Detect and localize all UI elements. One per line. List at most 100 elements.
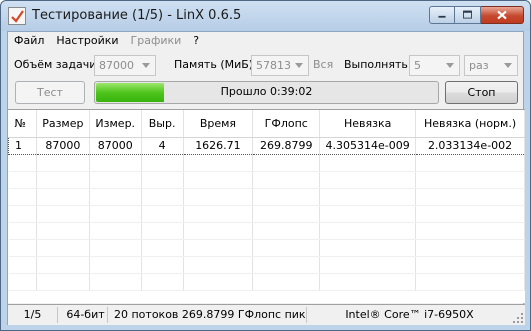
table-cell [89,154,142,172]
column-header[interactable]: Невязка (норм.) [415,110,525,138]
minimize-button[interactable] [429,6,455,24]
table-cell [89,205,142,223]
table-cell: 4 [141,136,184,155]
problem-size-combo[interactable]: 87000 [94,55,156,76]
table-cell [415,205,525,223]
run-unit-combo[interactable]: раз [464,55,518,76]
column-header[interactable]: Размер [36,110,90,138]
table-cell [8,154,37,172]
table-cell [8,205,37,223]
column-header[interactable]: № [8,110,37,138]
run-unit-value: раз [469,59,489,72]
menu-file[interactable]: Файл [8,32,50,48]
table-row [8,188,525,206]
table-cell [141,171,184,189]
problem-size-value: 87000 [99,59,134,72]
chevron-down-icon [139,58,153,73]
table-cell [252,256,321,274]
memory-combo[interactable]: 57813 [251,55,309,76]
menu-settings[interactable]: Настройки [50,32,124,48]
table-cell [319,256,417,274]
table-row [8,256,525,274]
close-button[interactable] [481,6,524,24]
table-cell [183,273,254,291]
table-cell [183,239,254,257]
column-header[interactable]: Время [183,110,254,138]
table-cell [415,154,525,172]
table-cell [89,239,142,257]
resize-grip-icon[interactable] [512,312,524,324]
table-cell [319,205,417,223]
action-row: Тест Прошло 0:39:02 Стоп [8,81,523,104]
results-table[interactable]: № Размер Измер. Выр. Время ГФлопс Невязк… [8,109,525,303]
table-cell [141,273,184,291]
chevron-down-icon [443,58,457,73]
table-cell [141,222,184,240]
minimize-icon [438,15,446,18]
menu-help[interactable]: ? [187,32,205,48]
menu-bar: Файл Настройки Графики ? [8,32,523,48]
table-cell [252,171,321,189]
status-cpu: Intel® Core™ i7-6950X [345,308,474,321]
table-row [8,154,525,172]
elapsed-time-text: Прошло 0:39:02 [220,85,313,98]
status-bitness: 64-бит [64,307,108,323]
table-cell [415,188,525,206]
table-row[interactable]: 1 87000 87000 4 1626.71 269.8799 4.30531… [8,136,525,155]
table-cell [36,222,90,240]
table-cell [89,222,142,240]
table-cell [141,205,184,223]
table-cell [183,205,254,223]
column-header[interactable]: Измер. [89,110,142,138]
table-cell [36,256,90,274]
menu-graphs[interactable]: Графики [125,32,188,48]
table-cell: 87000 [36,136,90,155]
status-bar: 1/5 64-бит 20 потоков 269.8799 ГФлопс пи… [8,304,525,325]
table-cell [141,188,184,206]
progress-bar: Прошло 0:39:02 [94,81,439,104]
table-cell [89,273,142,291]
stop-button[interactable]: Стоп [445,81,518,104]
table-cell: 1 [8,136,37,155]
table-row [8,205,525,223]
chevron-down-icon [292,58,306,73]
table-cell [252,222,321,240]
column-header[interactable]: ГФлопс [252,110,321,138]
maximize-button[interactable] [455,6,481,24]
column-header[interactable]: Выр. [141,110,184,138]
table-cell [89,188,142,206]
test-button[interactable]: Тест [15,81,85,104]
table-cell [319,273,417,291]
table-cell [183,154,254,172]
run-count-combo[interactable]: 5 [409,55,460,76]
run-count-label: Выполнять: [344,58,412,71]
column-header[interactable]: Невязка [319,110,417,138]
memory-all-checkbox-label[interactable]: Вся [313,58,333,71]
table-cell [36,188,90,206]
app-window: Тестирование (1/5) - LinX 0.6.5 Файл Нас… [0,0,531,331]
status-run-progress: 1/5 [8,307,58,323]
table-cell [36,171,90,189]
table-cell [141,256,184,274]
table-row [8,273,525,291]
table-cell [252,273,321,291]
memory-label: Память (МиБ): [174,58,257,71]
table-row [8,171,525,189]
table-row [8,222,525,240]
table-cell: 1626.71 [183,136,254,155]
table-cell [183,222,254,240]
table-cell: 2.033134e-002 [415,136,525,155]
problem-size-label: Объём задачи: [14,58,101,71]
table-cell [415,222,525,240]
table-cell [319,171,417,189]
table-cell: 4.305314e-009 [319,136,417,155]
table-row [8,239,525,257]
table-cell [252,205,321,223]
table-cell [415,171,525,189]
memory-value: 57813 [256,59,291,72]
title-bar[interactable]: Тестирование (1/5) - LinX 0.6.5 [1,1,530,31]
app-icon[interactable] [8,7,26,25]
table-cell [415,273,525,291]
table-cell [36,239,90,257]
table-cell [319,239,417,257]
